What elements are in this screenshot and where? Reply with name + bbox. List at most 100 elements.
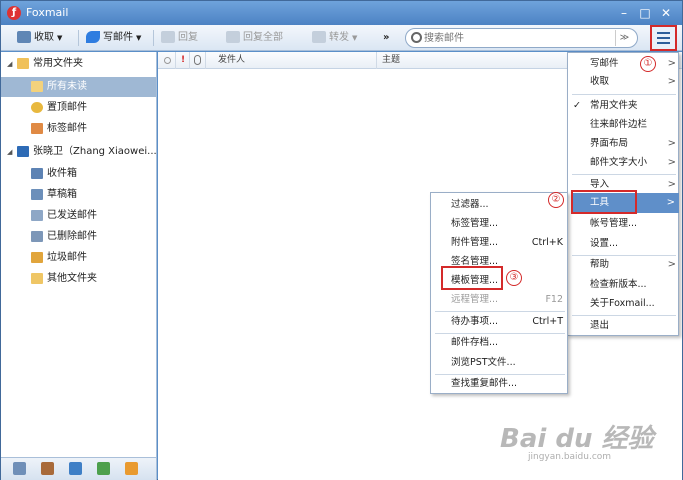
- menu-item-text-size[interactable]: 邮件文字大小 >: [590, 153, 676, 173]
- drafts-icon: [31, 188, 43, 200]
- collapse-icon[interactable]: ◢: [7, 142, 15, 162]
- folder-all-unread[interactable]: 所有未读: [1, 77, 156, 97]
- toolbar: 收取▼ 写邮件▼ 回复 回复全部 转发▼ » ≫: [1, 25, 682, 51]
- column-divider: [205, 52, 206, 69]
- reply-all-button[interactable]: 回复全部: [226, 29, 283, 47]
- flag-column[interactable]: !: [181, 52, 185, 69]
- column-divider: [376, 52, 377, 69]
- folder-sidebar: ◢ 常用文件夹 所有未读 置顶邮件 标签邮件 ◢ 张晓卫（Zhang Xiaowei…: [1, 52, 157, 480]
- subject-column[interactable]: 主题: [382, 52, 400, 69]
- chevron-right-icon: >: [666, 197, 675, 208]
- step-marker-1: ①: [640, 56, 656, 72]
- folder-label: 已删除邮件: [47, 231, 97, 242]
- sidebar-footer: [1, 457, 156, 480]
- folder-label: 标签邮件: [47, 123, 87, 134]
- folder-inbox[interactable]: 收件箱: [1, 164, 156, 184]
- menu-item-browse-pst[interactable]: 浏览PST文件...: [451, 353, 563, 373]
- folder-label: 常用文件夹: [33, 58, 83, 69]
- compose-button[interactable]: 写邮件 ▼: [86, 29, 141, 47]
- menu-item-attachment-manager[interactable]: 附件管理... Ctrl+K: [451, 233, 563, 253]
- contacts-icon[interactable]: [41, 462, 54, 475]
- account-icon: [17, 145, 29, 157]
- folder-sent[interactable]: 已发送邮件: [1, 206, 156, 226]
- folder-label: 收件箱: [47, 168, 77, 179]
- tools-submenu: 过滤器... 标签管理... 附件管理... Ctrl+K 签名管理... 模板管…: [430, 192, 568, 394]
- folder-label: 草稿箱: [47, 189, 77, 200]
- inbox-icon: [31, 167, 43, 179]
- folder-label: 已发送邮件: [47, 210, 97, 221]
- star-icon: [31, 101, 43, 113]
- receive-label: 收取: [34, 32, 54, 43]
- close-button[interactable]: ✕: [658, 5, 674, 21]
- more-tools-button[interactable]: »: [383, 29, 389, 47]
- list-menu-icon: [657, 32, 670, 44]
- forward-button[interactable]: 转发 ▼: [312, 29, 357, 47]
- folder-other[interactable]: 其他文件夹: [1, 269, 156, 289]
- menu-item-about[interactable]: 关于Foxmail...: [590, 294, 676, 314]
- calendar-icon[interactable]: [69, 462, 82, 475]
- menu-item-archive[interactable]: 邮件存档...: [451, 333, 563, 353]
- account-label: 张晓卫（Zhang Xiaowei...: [33, 146, 157, 157]
- junk-icon: [31, 251, 43, 263]
- menu-item-layout[interactable]: 界面布局 >: [590, 134, 676, 154]
- menu-item-settings[interactable]: 设置...: [590, 234, 676, 254]
- receive-icon: [17, 31, 31, 43]
- check-icon: ✓: [573, 100, 581, 111]
- menu-item-tag-manager[interactable]: 标签管理...: [451, 214, 563, 234]
- receive-dropdown-icon[interactable]: ▼: [57, 34, 62, 42]
- folder-pinned[interactable]: 置顶邮件: [1, 98, 156, 118]
- chevron-right-icon: >: [667, 58, 676, 69]
- read-status-icon[interactable]: [164, 57, 171, 64]
- common-folder-group[interactable]: ◢ 常用文件夹: [1, 54, 156, 74]
- mail-icon[interactable]: [13, 462, 26, 475]
- search-box[interactable]: ≫: [405, 28, 638, 48]
- menu-item-accounts[interactable]: 帐号管理...: [590, 214, 676, 234]
- toolbar-divider: [153, 30, 154, 46]
- folder-junk[interactable]: 垃圾邮件: [1, 248, 156, 268]
- menu-item-find-duplicates[interactable]: 查找重复邮件...: [451, 374, 563, 394]
- feather-icon: [86, 31, 100, 43]
- forward-label: 转发: [329, 32, 349, 43]
- receive-button[interactable]: 收取 ▼: [17, 29, 62, 47]
- trash-icon: [31, 230, 43, 242]
- menu-item-filters[interactable]: 过滤器...: [451, 195, 563, 215]
- watermark-logo: Bai du 经验: [500, 424, 654, 454]
- search-options-button[interactable]: ≫: [615, 30, 633, 46]
- menu-item-exit[interactable]: 退出: [590, 316, 676, 336]
- column-divider: [189, 52, 190, 69]
- collapse-icon[interactable]: ◢: [7, 54, 15, 74]
- watermark-url: jingyan.baidu.com: [528, 452, 612, 462]
- menu-item-help[interactable]: 帮助 >: [590, 255, 676, 275]
- reply-button[interactable]: 回复: [161, 29, 198, 47]
- compose-dropdown-icon[interactable]: ▼: [136, 34, 141, 42]
- folder-tagged[interactable]: 标签邮件: [1, 119, 156, 139]
- menu-item-compose[interactable]: 写邮件 >: [590, 54, 676, 74]
- reply-icon: [161, 31, 175, 43]
- rss-icon[interactable]: [125, 462, 138, 475]
- search-input[interactable]: [424, 31, 594, 45]
- main-menu-button[interactable]: [650, 25, 677, 51]
- chevron-right-icon: >: [667, 259, 676, 270]
- menu-item-todo[interactable]: 待办事项... Ctrl+T: [451, 312, 563, 332]
- attachment-icon[interactable]: [194, 55, 201, 65]
- folder-icon: [31, 272, 43, 284]
- folder-deleted[interactable]: 已删除邮件: [1, 227, 156, 247]
- window-title: Foxmail: [26, 6, 69, 19]
- menu-item-contact-sidebar[interactable]: 往来邮件边栏: [590, 115, 676, 135]
- folder-icon: [31, 80, 43, 92]
- sender-column[interactable]: 发件人: [218, 52, 245, 69]
- menu-item-check-update[interactable]: 检查新版本...: [590, 275, 676, 295]
- reply-label: 回复: [178, 32, 198, 43]
- menu-item-receive[interactable]: 收取 >: [590, 72, 676, 92]
- menu-item-common-folders[interactable]: 常用文件夹: [590, 96, 676, 116]
- account-group[interactable]: ◢ 张晓卫（Zhang Xiaowei...: [1, 142, 157, 162]
- forward-dropdown-icon[interactable]: ▼: [352, 34, 357, 42]
- step-marker-2: ②: [548, 192, 564, 208]
- minimize-button[interactable]: –: [616, 5, 632, 21]
- maximize-button[interactable]: □: [637, 5, 653, 21]
- notes-icon[interactable]: [97, 462, 110, 475]
- toolbar-divider: [78, 30, 79, 46]
- folder-drafts[interactable]: 草稿箱: [1, 185, 156, 205]
- chevron-right-icon: >: [667, 76, 676, 87]
- menu-divider: [572, 94, 676, 95]
